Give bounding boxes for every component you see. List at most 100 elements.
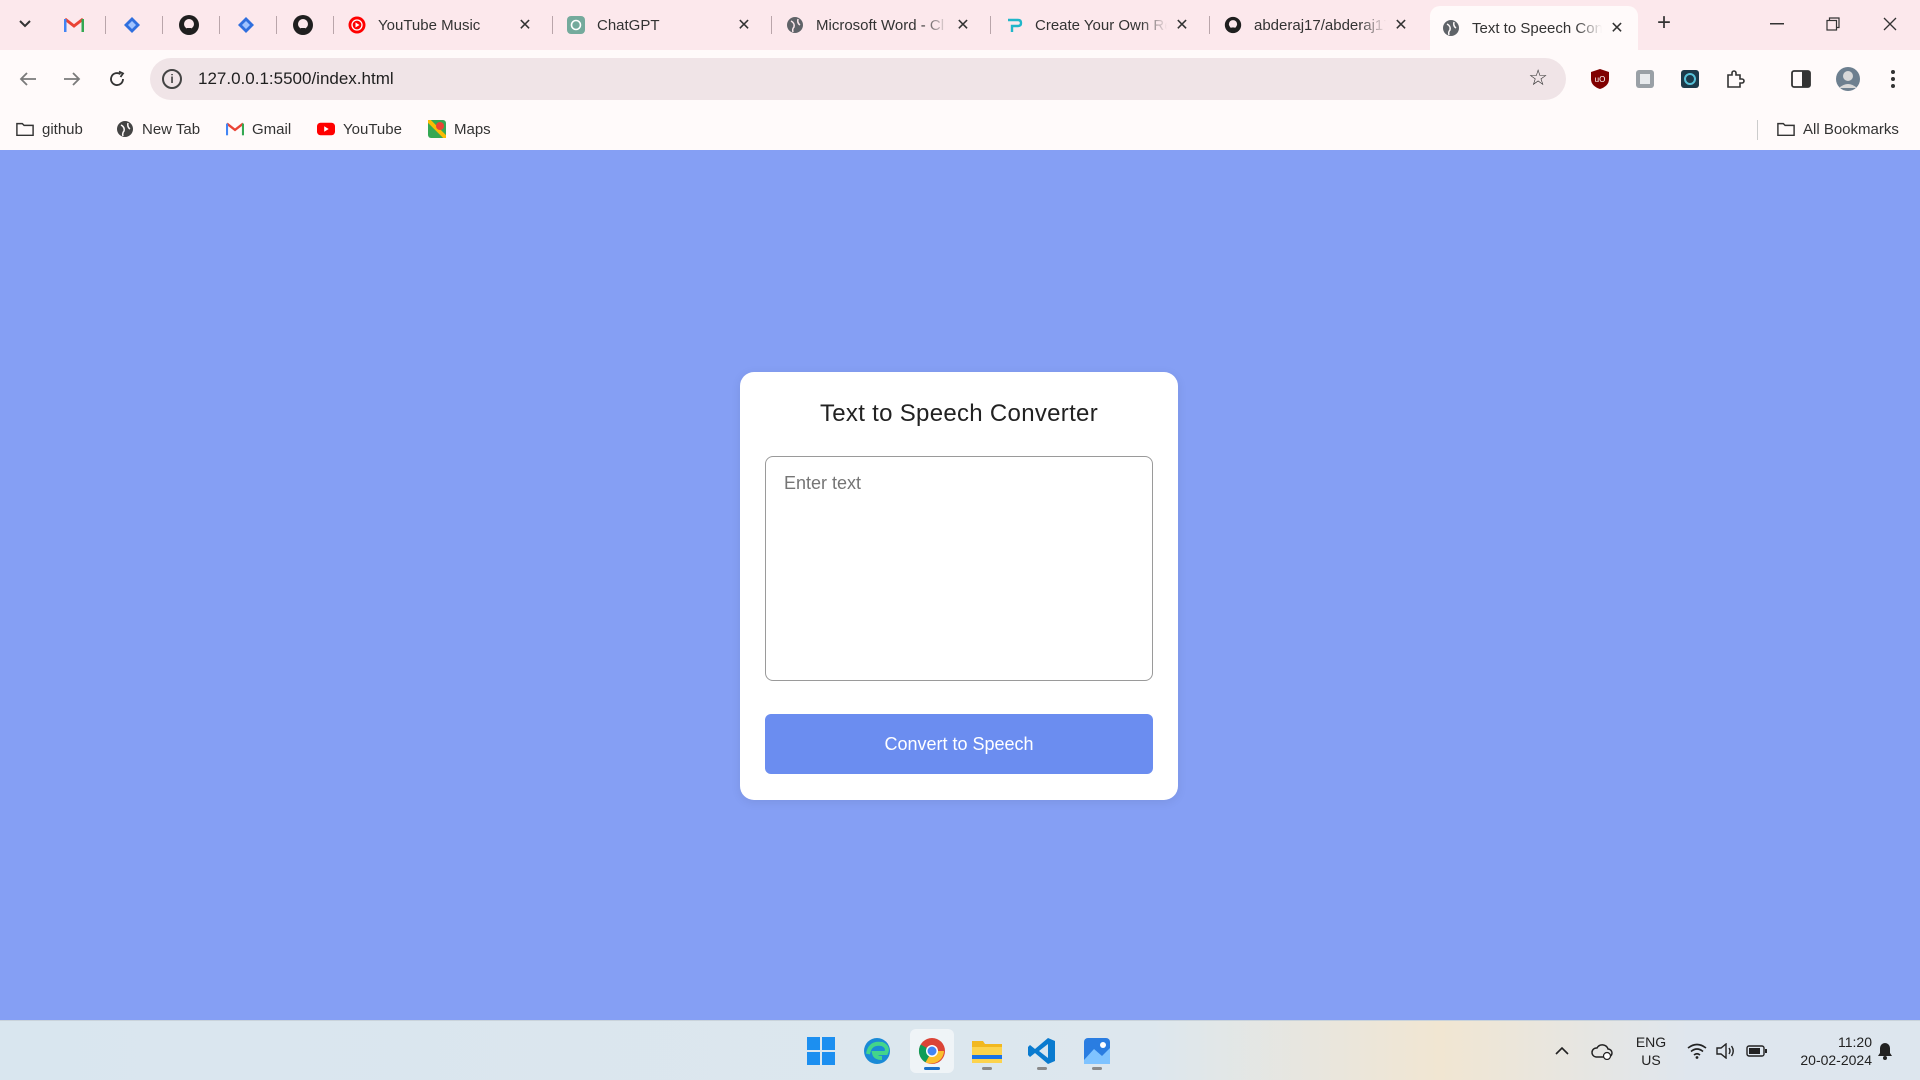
start-button[interactable] xyxy=(799,1029,843,1073)
maps-icon xyxy=(428,120,446,138)
tab-title: Create Your Own Re xyxy=(1035,16,1167,34)
close-icon[interactable]: ✕ xyxy=(954,15,972,35)
battery-icon xyxy=(1746,1045,1767,1057)
folder-icon xyxy=(972,1041,1002,1063)
side-panel-icon xyxy=(1791,70,1811,88)
bookmark-youtube[interactable]: YouTube xyxy=(317,118,402,140)
puzzle-icon xyxy=(1727,70,1745,88)
profile-avatar[interactable] xyxy=(1833,64,1863,94)
page-content: Text to Speech Converter Convert to Spee… xyxy=(0,150,1920,1020)
globe-icon xyxy=(786,16,804,34)
bookmark-maps[interactable]: Maps xyxy=(428,118,491,140)
tab-title: ChatGPT xyxy=(597,16,660,34)
reload-button[interactable] xyxy=(101,63,133,95)
extension-3[interactable] xyxy=(1675,64,1705,94)
all-bookmarks-label: All Bookmarks xyxy=(1803,120,1899,138)
ublock-icon: uO xyxy=(1591,69,1609,89)
restore-button[interactable] xyxy=(1810,6,1856,42)
pinned-tab-github-2[interactable] xyxy=(281,8,325,42)
bookmark-new-tab[interactable]: New Tab xyxy=(116,118,200,140)
taskbar-file-explorer[interactable] xyxy=(965,1029,1009,1073)
close-icon[interactable]: ✕ xyxy=(1392,15,1410,35)
speaker-icon xyxy=(1716,1043,1734,1059)
pinned-tab-app[interactable] xyxy=(110,8,154,42)
close-icon xyxy=(1883,17,1897,31)
tab-title: YouTube Music xyxy=(378,16,481,34)
github-icon xyxy=(293,15,313,35)
taskbar: ENG US 11:20 20-02-2024 xyxy=(0,1020,1920,1080)
bookmark-label: New Tab xyxy=(142,120,201,138)
chrome-menu-button[interactable] xyxy=(1878,64,1908,94)
language-text: ENG xyxy=(1635,1034,1667,1050)
chevron-up-icon xyxy=(1555,1047,1569,1055)
arrow-left-icon xyxy=(19,72,36,86)
close-icon[interactable]: ✕ xyxy=(516,15,534,35)
tab-search-button[interactable] xyxy=(11,10,39,38)
plus-icon: + xyxy=(1656,9,1671,36)
canva-icon xyxy=(1005,16,1023,34)
globe-icon xyxy=(1442,19,1460,37)
extension-2[interactable] xyxy=(1630,64,1660,94)
pinned-tab-github[interactable] xyxy=(167,8,211,42)
page-title: Text to Speech Converter xyxy=(819,400,1098,427)
all-bookmarks[interactable]: All Bookmarks xyxy=(1777,118,1899,140)
new-tab-button[interactable]: + xyxy=(1650,10,1678,38)
extension-app-icon xyxy=(1681,70,1699,88)
tab-youtube-music[interactable]: YouTube Music ✕ xyxy=(336,6,546,44)
bookmark-label: YouTube xyxy=(343,120,402,138)
svg-text:uO: uO xyxy=(1595,75,1606,84)
bookmark-star-icon[interactable]: ☆ xyxy=(1528,67,1548,89)
close-icon[interactable]: ✕ xyxy=(735,15,753,35)
notifications-button[interactable] xyxy=(1873,1039,1897,1063)
more-vertical-icon xyxy=(1891,70,1895,88)
taskbar-edge[interactable] xyxy=(855,1029,899,1073)
gmail-icon xyxy=(226,120,244,138)
text-input[interactable] xyxy=(765,456,1153,681)
wifi-tray[interactable] xyxy=(1685,1039,1709,1063)
site-info-icon[interactable]: i xyxy=(162,69,182,89)
address-bar[interactable]: i 127.0.0.1:5500/index.html ☆ xyxy=(150,58,1566,100)
tab-strip: YouTube Music ✕ ChatGPT ✕ Microsoft Word… xyxy=(0,0,1920,50)
back-button[interactable] xyxy=(12,63,44,95)
show-hidden-icons[interactable] xyxy=(1550,1039,1574,1063)
region-text: US xyxy=(1641,1052,1661,1068)
tab-microsoft-word[interactable]: Microsoft Word - Cl ✕ xyxy=(774,6,984,44)
tab-text-to-speech[interactable]: Text to Speech Con ✕ xyxy=(1430,6,1638,50)
taskbar-photos[interactable] xyxy=(1075,1029,1119,1073)
taskbar-chrome[interactable] xyxy=(910,1029,954,1073)
gmail-icon xyxy=(64,17,84,32)
extension-app-icon xyxy=(1636,70,1654,88)
convert-to-speech-button[interactable]: Convert to Speech xyxy=(765,714,1153,774)
restore-icon xyxy=(1826,17,1840,31)
github-icon xyxy=(179,15,199,35)
app-icon xyxy=(238,17,254,33)
extensions-button[interactable] xyxy=(1720,64,1750,94)
bookmark-gmail[interactable]: Gmail xyxy=(226,118,291,140)
onedrive-tray[interactable] xyxy=(1590,1039,1614,1063)
tab-chatgpt[interactable]: ChatGPT ✕ xyxy=(555,6,765,44)
minimize-button[interactable] xyxy=(1754,6,1800,42)
language-indicator[interactable]: ENG US xyxy=(1628,1033,1674,1069)
url-text[interactable]: 127.0.0.1:5500/index.html xyxy=(198,69,394,89)
close-icon[interactable]: ✕ xyxy=(1608,18,1626,38)
side-panel-button[interactable] xyxy=(1786,64,1816,94)
ublock-extension[interactable]: uO xyxy=(1585,64,1615,94)
folder-icon xyxy=(16,120,34,138)
chevron-down-icon xyxy=(19,20,31,28)
close-window-button[interactable] xyxy=(1867,6,1913,42)
pinned-tab-app-2[interactable] xyxy=(224,8,268,42)
tab-create-your-own[interactable]: Create Your Own Re ✕ xyxy=(993,6,1203,44)
tab-github-repo[interactable]: abderaj17/abderaj17 ✕ xyxy=(1212,6,1422,44)
bookmark-github[interactable]: github xyxy=(16,118,83,140)
battery-tray[interactable] xyxy=(1745,1039,1769,1063)
clock[interactable]: 11:20 20-02-2024 xyxy=(1780,1033,1872,1069)
volume-tray[interactable] xyxy=(1714,1039,1738,1063)
taskbar-vscode[interactable] xyxy=(1020,1029,1064,1073)
wifi-icon xyxy=(1687,1043,1707,1059)
chatgpt-icon xyxy=(567,16,585,34)
tab-title: Microsoft Word - Cl xyxy=(816,16,945,34)
forward-button[interactable] xyxy=(56,63,88,95)
pinned-tab-gmail[interactable] xyxy=(52,8,96,42)
close-icon[interactable]: ✕ xyxy=(1173,15,1191,35)
converter-card: Text to Speech Converter Convert to Spee… xyxy=(740,372,1178,800)
